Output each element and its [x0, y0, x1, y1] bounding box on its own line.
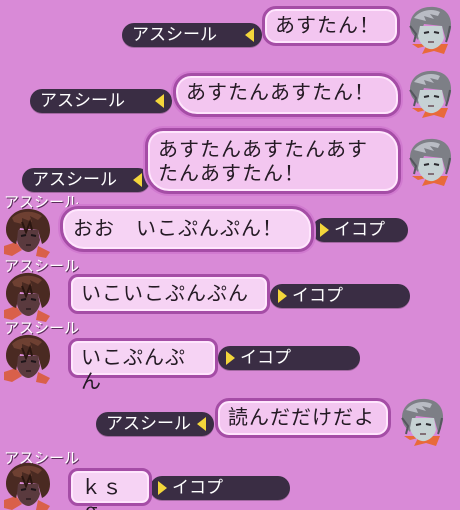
sender-name: アスシール — [32, 170, 117, 190]
chat-bubble: ｋｓｇ — [68, 468, 152, 510]
dark-hair-character-avatar-icon — [2, 206, 54, 258]
recipient-name: イコプ — [172, 478, 223, 498]
chat-bubble: おお いこぷんぷん！ — [60, 206, 314, 252]
sender-nametag: アスシール — [122, 23, 262, 47]
dark-hair-character-avatar-icon — [2, 270, 54, 322]
recipient-nametag: イコプ — [150, 476, 290, 500]
chat-bubble: あすたんあすたんあす たんあすたん！ — [145, 128, 401, 194]
message-text: おお いこぷんぷん！ — [73, 216, 283, 240]
message-text-line: たんあすたん！ — [158, 161, 305, 185]
sender-nametag: アスシール — [22, 168, 150, 192]
message-text: あすたん！ — [275, 13, 380, 37]
message-text: いこいこぷんぷん — [81, 281, 249, 305]
sender-nametag: アスシール — [30, 89, 172, 113]
recipient-nametag: イコプ — [312, 218, 408, 242]
nametag-marker-icon — [133, 173, 142, 187]
message-text-line: あすたんあすたんあす — [158, 137, 368, 161]
nametag-marker-icon — [155, 94, 164, 108]
chat-bubble: あすたんあすたん！ — [173, 73, 401, 117]
sender-name: アスシール — [40, 91, 125, 111]
nametag-marker-icon — [158, 481, 167, 495]
silver-hair-character-avatar-icon — [404, 68, 456, 120]
recipient-name: イコプ — [240, 348, 291, 368]
dark-hair-character-avatar-icon — [2, 460, 54, 510]
message-text: 読んだだけだよ — [228, 405, 375, 429]
chat-bubble: 読んだだけだよ — [215, 398, 391, 438]
message-text: いこぷんぷん — [81, 345, 186, 393]
nametag-marker-icon — [320, 223, 329, 237]
chat-bubble: あすたん！ — [262, 6, 400, 46]
nametag-marker-icon — [197, 417, 206, 431]
recipient-nametag: イコプ — [270, 284, 410, 308]
recipient-name: イコプ — [292, 286, 343, 306]
recipient-name: イコプ — [334, 220, 385, 240]
dark-hair-character-avatar-icon — [2, 332, 54, 384]
recipient-nametag: イコプ — [218, 346, 360, 370]
nametag-marker-icon — [278, 289, 287, 303]
message-text: ｋｓｇ — [81, 475, 123, 510]
chat-log: アスシール あすたん！ アスシール あすたんあすたん！ アスシール あすたんあす… — [0, 0, 460, 510]
silver-hair-character-avatar-icon — [404, 4, 456, 56]
silver-hair-character-avatar-icon — [404, 136, 456, 188]
chat-bubble: いこぷんぷん — [68, 338, 218, 393]
nametag-marker-icon — [245, 28, 254, 42]
sender-name: アスシール — [106, 414, 191, 434]
sender-name: アスシール — [132, 25, 217, 45]
sender-nametag: アスシール — [96, 412, 214, 436]
chat-bubble: いこいこぷんぷん — [68, 274, 270, 314]
silver-hair-character-avatar-icon — [396, 396, 448, 448]
message-text: あすたんあすたん！ — [186, 80, 375, 104]
nametag-marker-icon — [226, 351, 235, 365]
